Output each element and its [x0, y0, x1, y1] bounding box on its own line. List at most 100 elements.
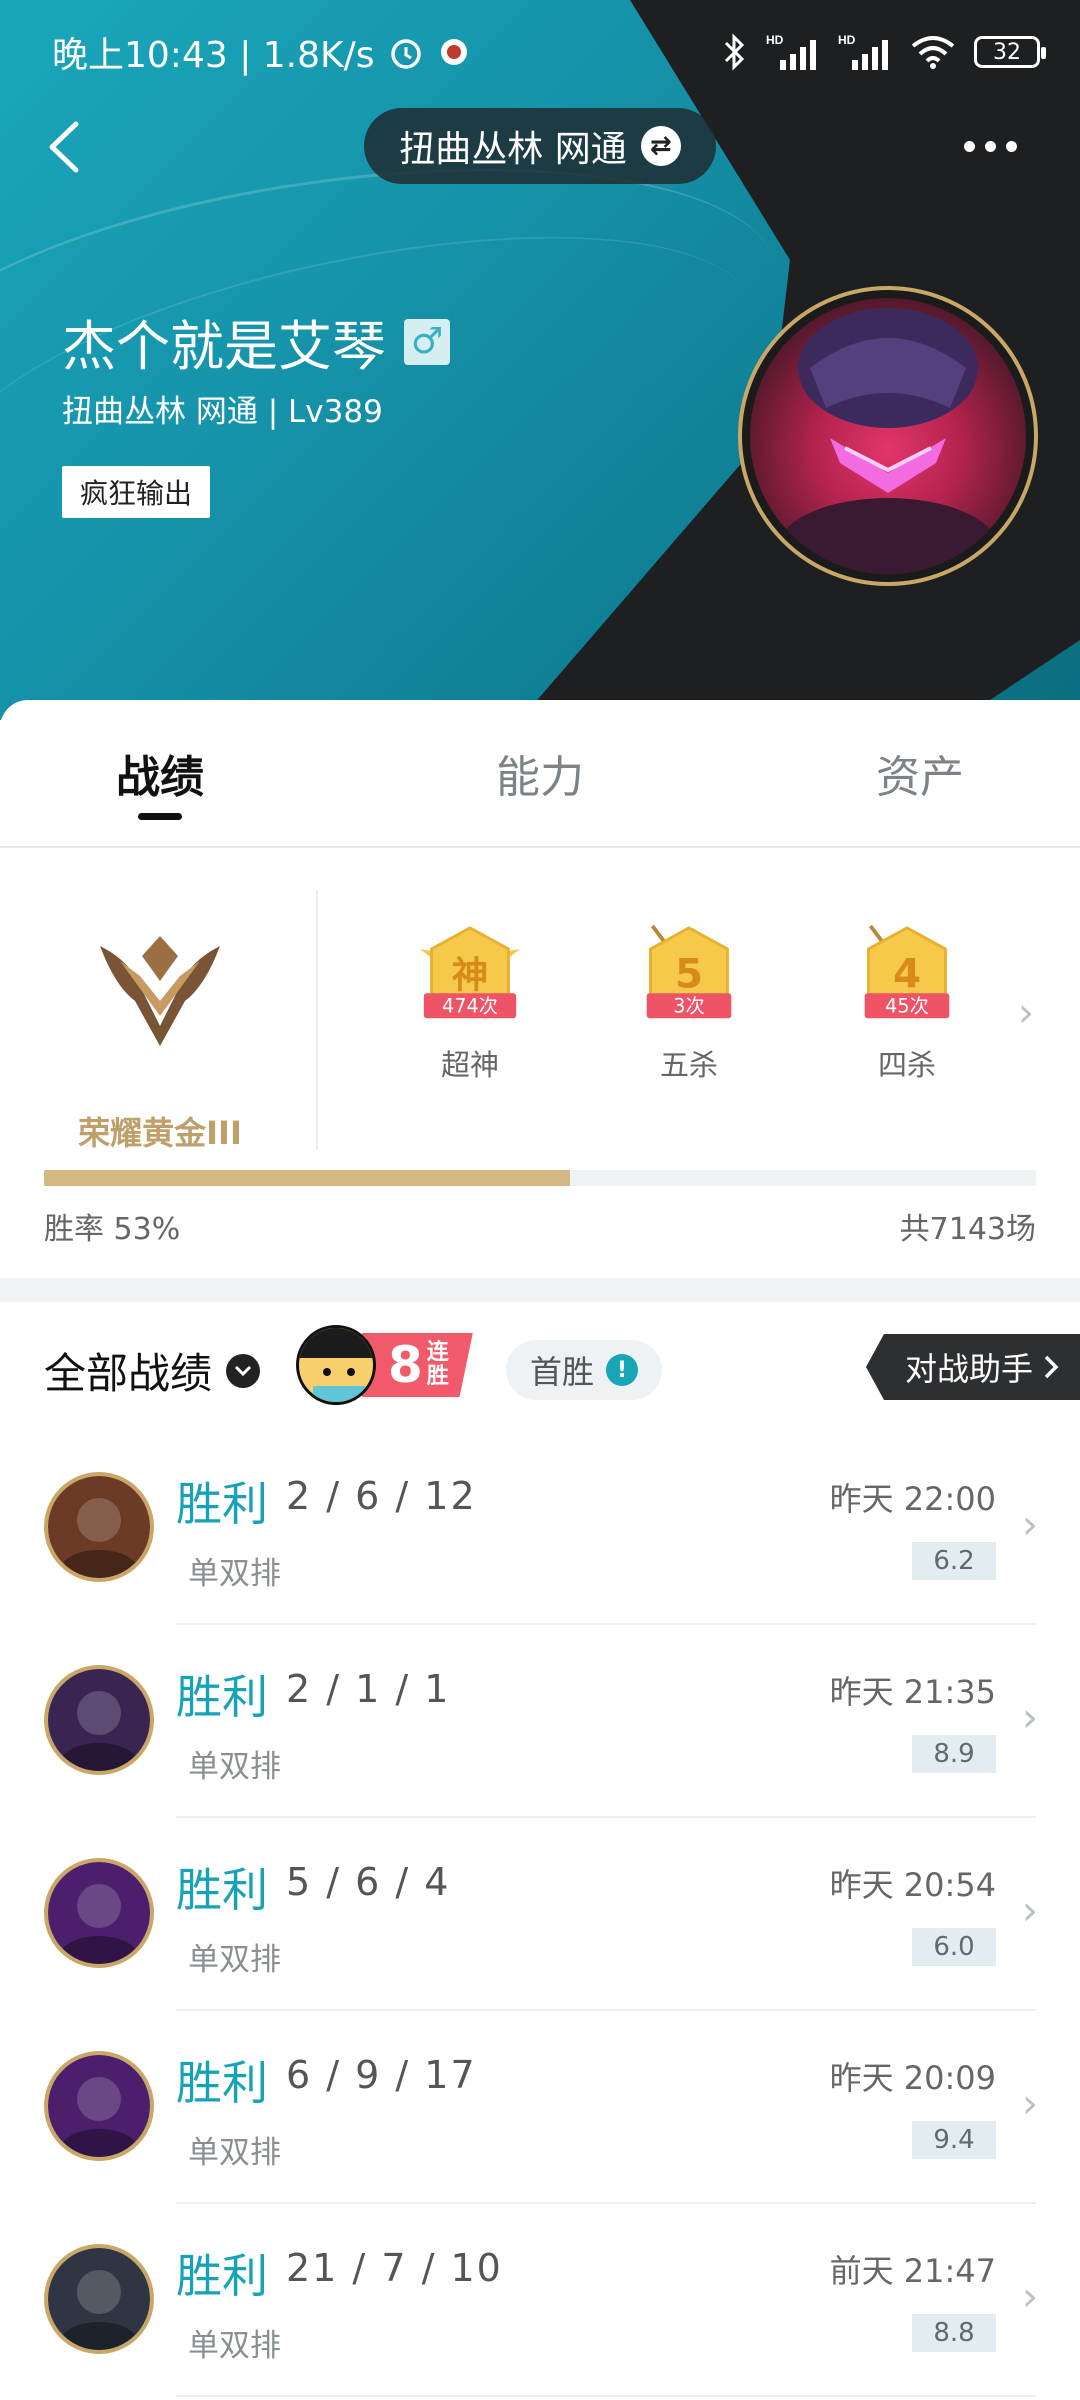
- tab-assets-label: 资产: [876, 752, 964, 803]
- medal-penta-kill[interactable]: 5 3次 五杀: [614, 924, 764, 1084]
- match-kda: 21 / 7 / 10: [286, 2246, 503, 2290]
- match-row[interactable]: 胜利 5 / 6 / 4 单双排 昨天 20:54 6.0 ›: [0, 1818, 1080, 2011]
- chevron-down-icon: [226, 1353, 261, 1388]
- svg-text:3次: 3次: [673, 994, 704, 1017]
- rank-gold-emblem-icon: [100, 936, 220, 1046]
- chevron-right-icon: ›: [1022, 2274, 1038, 2320]
- match-score-badge: 6.0: [912, 1928, 996, 1966]
- legendary-medal-icon: 神 474次: [420, 926, 520, 1019]
- match-time: 昨天 20:54: [829, 1866, 996, 1904]
- signal-hd-icon: HD: [766, 33, 816, 70]
- tab-ability-label: 能力: [496, 752, 584, 803]
- signal-hd-icon: HD: [838, 33, 888, 70]
- match-time: 昨天 22:00: [829, 1480, 996, 1518]
- chevron-right-icon: ›: [1022, 1695, 1038, 1741]
- section-divider: [0, 1278, 1080, 1302]
- match-row[interactable]: 胜利 2 / 6 / 12 单双排 昨天 22:00 6.2 ›: [0, 1432, 1080, 1625]
- streak-character-icon: [296, 1325, 376, 1405]
- match-kda: 2 / 6 / 12: [286, 1474, 477, 1518]
- match-kda: 5 / 6 / 4: [286, 1860, 451, 1904]
- battle-assistant-label: 对战助手: [904, 1350, 1033, 1388]
- status-bar: 晚上10:43 | 1.8K/s HD HD 32: [0, 0, 1080, 104]
- champion-avatar: [44, 2244, 154, 2354]
- player-tag-text: 疯狂输出: [80, 477, 193, 510]
- match-time: 昨天 21:35: [829, 1673, 996, 1711]
- match-mode: 单双排: [188, 2135, 281, 2171]
- more-dot-icon: [963, 140, 975, 152]
- streak-label: 连胜: [426, 1340, 449, 1389]
- chevron-right-icon: ›: [1022, 1888, 1038, 1934]
- first-win-button[interactable]: 首胜 !: [506, 1340, 663, 1400]
- wifi-icon: [911, 36, 955, 69]
- records-header: 全部战绩 8 连胜 首胜 ! 对战助手: [0, 1302, 1080, 1432]
- champion-avatar: [44, 1472, 154, 1582]
- first-win-label: 首胜: [530, 1353, 595, 1391]
- medal-label: 四杀: [877, 1048, 936, 1082]
- match-score-badge: 8.8: [912, 2314, 996, 2352]
- match-kda: 6 / 9 / 17: [286, 2053, 477, 2097]
- match-result: 胜利: [176, 1863, 268, 1917]
- medal-label: 超神: [440, 1048, 499, 1082]
- app-notification-icon: [440, 39, 467, 65]
- match-kda: 2 / 1 / 1: [286, 1667, 451, 1711]
- swap-icon: ⇄: [640, 126, 681, 166]
- player-avatar[interactable]: [738, 286, 1038, 586]
- tab-assets[interactable]: 资产: [760, 700, 1080, 846]
- tab-records[interactable]: 战绩: [0, 700, 320, 846]
- total-games-text: 共7143场: [899, 1212, 1036, 1247]
- match-mode: 单双排: [188, 1942, 281, 1978]
- svg-text:HD: HD: [766, 33, 784, 47]
- svg-text:45次: 45次: [885, 994, 929, 1017]
- match-result: 胜利: [176, 1477, 268, 1531]
- match-row[interactable]: 胜利 6 / 9 / 17 单双排 昨天 20:09 9.4 ›: [0, 2011, 1080, 2204]
- win-rate-bar: [44, 1170, 1036, 1186]
- chevron-right-icon: ›: [1022, 2081, 1038, 2127]
- stats-panel: 荣耀黄金III 神 474次 超神 5 3次 五杀 4 45次 四杀 › 胜率 …: [0, 850, 1080, 1270]
- match-score-badge: 8.9: [912, 1735, 996, 1773]
- streak-banner: 8 连胜: [362, 1333, 473, 1397]
- divider: [176, 2395, 1036, 2397]
- medal-quadra-kill[interactable]: 4 45次 四杀: [832, 924, 982, 1084]
- champion-avatar: [44, 2051, 154, 2161]
- info-icon: !: [606, 1354, 639, 1386]
- section-tabs: 战绩 能力 资产: [0, 700, 1080, 848]
- back-button[interactable]: [38, 112, 98, 182]
- champion-avatar: [44, 1858, 154, 1968]
- medal-legendary[interactable]: 神 474次 超神: [395, 924, 545, 1084]
- back-arrow-icon: [49, 121, 79, 173]
- win-rate-bar-fill: [44, 1170, 570, 1186]
- match-mode: 单双排: [188, 2328, 281, 2364]
- more-options-button[interactable]: [954, 118, 1026, 174]
- match-row[interactable]: 胜利 2 / 1 / 1 单双排 昨天 21:35 8.9 ›: [0, 1625, 1080, 1818]
- match-mode: 单双排: [188, 1556, 281, 1592]
- battery-level: 32: [993, 39, 1021, 65]
- rank-name: 荣耀黄金III: [78, 1114, 242, 1152]
- records-filter-label: 全部战绩: [44, 1349, 213, 1398]
- win-streak-badge[interactable]: 8 连胜: [296, 1322, 473, 1408]
- bluetooth-icon: [724, 33, 745, 71]
- divider: [316, 890, 318, 1150]
- tab-ability[interactable]: 能力: [320, 700, 760, 846]
- battle-assistant-button[interactable]: 对战助手: [866, 1334, 1080, 1400]
- more-dot-icon: [1005, 140, 1017, 152]
- profile-hero: 晚上10:43 | 1.8K/s HD HD 32 扭曲丛林 网通 ⇄ 杰个就是…: [0, 0, 1080, 720]
- more-dot-icon: [984, 140, 996, 152]
- player-name: 杰个就是艾琴: [62, 315, 386, 378]
- win-rate-text: 胜率 53%: [44, 1212, 181, 1247]
- chevron-right-icon: [1044, 1355, 1059, 1379]
- medal-label: 五杀: [659, 1048, 718, 1082]
- records-filter-dropdown[interactable]: 全部战绩: [44, 1340, 261, 1401]
- svg-text:4: 4: [893, 950, 921, 997]
- match-row[interactable]: 胜利 21 / 7 / 10 单双排 前天 21:47 8.8 ›: [0, 2204, 1080, 2397]
- avatar-champion-art: [778, 308, 998, 574]
- rank-block[interactable]: 荣耀黄金III: [40, 890, 280, 1190]
- match-result: 胜利: [176, 2249, 268, 2303]
- match-score-badge: 9.4: [912, 2121, 996, 2159]
- penta-kill-medal-icon: 5 3次: [646, 924, 732, 1019]
- server-selector-button[interactable]: 扭曲丛林 网通 ⇄: [364, 108, 716, 184]
- player-server-level: 扭曲丛林 网通 | Lv389: [62, 394, 383, 430]
- match-result: 胜利: [176, 1670, 268, 1724]
- match-score-badge: 6.2: [912, 1542, 996, 1580]
- svg-text:HD: HD: [838, 33, 856, 47]
- chevron-right-icon[interactable]: ›: [1018, 990, 1034, 1036]
